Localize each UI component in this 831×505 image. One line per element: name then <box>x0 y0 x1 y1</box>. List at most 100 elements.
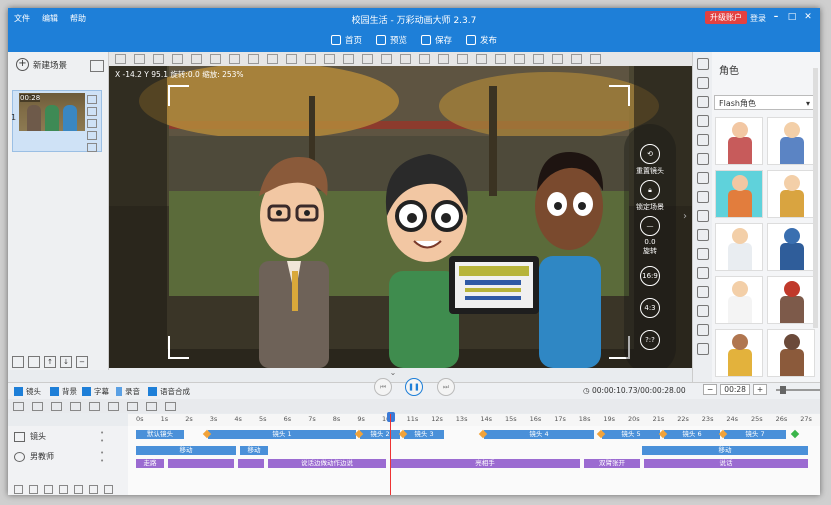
subtitle-tool-button[interactable]: 字幕 <box>82 386 109 397</box>
align-top-icon[interactable] <box>286 54 297 64</box>
character-thumb-red-hair-girl[interactable] <box>715 170 763 218</box>
preview-button[interactable]: 预览 <box>375 34 407 46</box>
ratio-43-button[interactable]: 4:3 <box>633 298 667 320</box>
character-thumb-doctor[interactable] <box>715 223 763 271</box>
background-tool-button[interactable]: 背景 <box>50 386 77 397</box>
character-thumb-office-desk[interactable] <box>767 329 815 377</box>
undo-history-icon[interactable] <box>571 54 582 64</box>
merge-icon[interactable] <box>127 401 138 411</box>
bubble-icon[interactable] <box>697 153 709 165</box>
action-clip[interactable] <box>238 459 264 468</box>
align-clips-right-icon[interactable] <box>89 401 100 411</box>
character-thumb-jumping-boy[interactable] <box>715 329 763 377</box>
camera-clip[interactable]: 镜头 4 <box>484 430 594 439</box>
send-back-icon[interactable] <box>381 54 392 64</box>
grid-icon[interactable] <box>438 54 449 64</box>
lock-track-icon[interactable] <box>74 485 83 494</box>
action-clip[interactable]: 双臂张开 <box>584 459 640 468</box>
next-frame-button[interactable]: ⏭ <box>437 378 455 396</box>
filter-icon[interactable] <box>32 401 43 411</box>
lock-icon[interactable] <box>552 54 563 64</box>
duration-input[interactable]: 00:28 <box>720 384 750 395</box>
export-icon[interactable] <box>28 356 40 368</box>
action-clip[interactable] <box>168 459 234 468</box>
align-left-icon[interactable] <box>229 54 240 64</box>
brush-icon[interactable] <box>697 115 709 127</box>
new-scene-button[interactable]: + 新建场景 <box>16 58 67 71</box>
action-clip[interactable]: 说话边做动作边说 <box>268 459 386 468</box>
cut-icon[interactable] <box>153 54 164 64</box>
home-button[interactable]: 首页 <box>330 34 362 46</box>
timeline-zoom-slider[interactable] <box>776 385 820 394</box>
add-track-icon[interactable] <box>14 485 23 494</box>
maximize-icon[interactable]: □ <box>786 11 798 23</box>
settings-icon[interactable] <box>87 143 97 152</box>
minimize-icon[interactable]: – <box>770 11 782 23</box>
character-icon[interactable] <box>697 267 709 279</box>
move-down-icon[interactable]: ↓ <box>60 356 72 368</box>
duplicate-icon[interactable] <box>146 401 157 411</box>
redo-icon[interactable] <box>134 54 145 64</box>
action-clip[interactable]: 亮相手 <box>390 459 580 468</box>
star-icon[interactable] <box>87 131 97 140</box>
split-icon[interactable] <box>108 401 119 411</box>
keyframe[interactable] <box>790 429 800 439</box>
duration-increase-button[interactable]: + <box>752 384 768 395</box>
tts-tool-button[interactable]: 语音合成 <box>148 386 190 397</box>
delete-icon[interactable] <box>210 54 221 64</box>
folder-track-icon[interactable] <box>104 485 113 494</box>
drop-icon[interactable] <box>697 324 709 336</box>
undo-icon[interactable] <box>115 54 126 64</box>
scene-item[interactable]: 1 00:28 <box>11 90 102 152</box>
camera-clip[interactable]: 镜头 5 <box>602 430 660 439</box>
action-clip[interactable]: 说话 <box>644 459 808 468</box>
camera-clip[interactable]: 镜头 1 <box>208 430 356 439</box>
camera-clip[interactable]: 镜头 2 <box>360 430 400 439</box>
track-camera[interactable]: 镜头 • • <box>14 429 104 445</box>
move-track-up-icon[interactable] <box>44 485 53 494</box>
redo-history-icon[interactable] <box>590 54 601 64</box>
camera-clip[interactable]: 镜头 7 <box>724 430 786 439</box>
publish-button[interactable]: 发布 <box>466 34 497 46</box>
copy-icon[interactable] <box>172 54 183 64</box>
text-icon[interactable] <box>697 96 709 108</box>
video-icon[interactable] <box>697 210 709 222</box>
align-bottom-icon[interactable] <box>324 54 335 64</box>
sigma-icon[interactable] <box>697 305 709 317</box>
camera-tool-button[interactable]: 镜头 <box>14 386 41 397</box>
track-teacher[interactable]: 男教师 • • <box>14 449 104 465</box>
pause-button[interactable]: ❚❚ <box>405 378 423 396</box>
shape-icon[interactable] <box>697 58 709 70</box>
ratio-169-button[interactable]: 16:9 <box>633 266 667 288</box>
align-right-icon[interactable] <box>267 54 278 64</box>
character-thumb-bald-man[interactable] <box>767 117 815 165</box>
canvas-stage[interactable]: ⟲ 重置镜头 🔒︎ 锁定场景 — 0.0 旋转 16:9 4:3 ?:? › <box>109 66 692 368</box>
more-icon[interactable] <box>697 343 709 355</box>
scene-list-icon[interactable] <box>90 60 104 72</box>
transition-icon[interactable] <box>87 119 97 128</box>
character-category-select[interactable]: Flash角色 ▾ <box>714 95 814 110</box>
character-thumb-scientist[interactable] <box>715 276 763 324</box>
group-icon[interactable] <box>400 54 411 64</box>
character-thumb-blue-robot[interactable] <box>767 223 815 271</box>
move-clip[interactable]: 移动 <box>240 446 268 455</box>
move-up-icon[interactable]: ↑ <box>44 356 56 368</box>
music-icon[interactable] <box>697 191 709 203</box>
move-track-down-icon[interactable] <box>29 485 38 494</box>
lock-scene-button[interactable]: 🔒︎ 锁定场景 <box>633 180 667 212</box>
save-button[interactable]: 保存 <box>421 34 452 46</box>
delete-scene-icon[interactable] <box>87 107 97 116</box>
character-scrollbar[interactable] <box>813 68 818 328</box>
import-icon[interactable] <box>12 356 24 368</box>
remove-icon[interactable]: − <box>76 356 88 368</box>
camera-clip[interactable]: 镜头 3 <box>404 430 444 439</box>
camera-clip[interactable]: 默认镜头 <box>136 430 184 439</box>
character-thumb-red-robot[interactable] <box>767 276 815 324</box>
chevron-right-icon[interactable]: › <box>683 211 687 222</box>
tools-icon[interactable] <box>697 134 709 146</box>
track-options-icon[interactable]: • • <box>100 429 104 445</box>
login-button[interactable]: 登录 <box>750 13 766 24</box>
visibility-icon[interactable] <box>89 485 98 494</box>
duration-decrease-button[interactable]: − <box>703 384 718 395</box>
close-icon[interactable]: ✕ <box>802 11 814 23</box>
